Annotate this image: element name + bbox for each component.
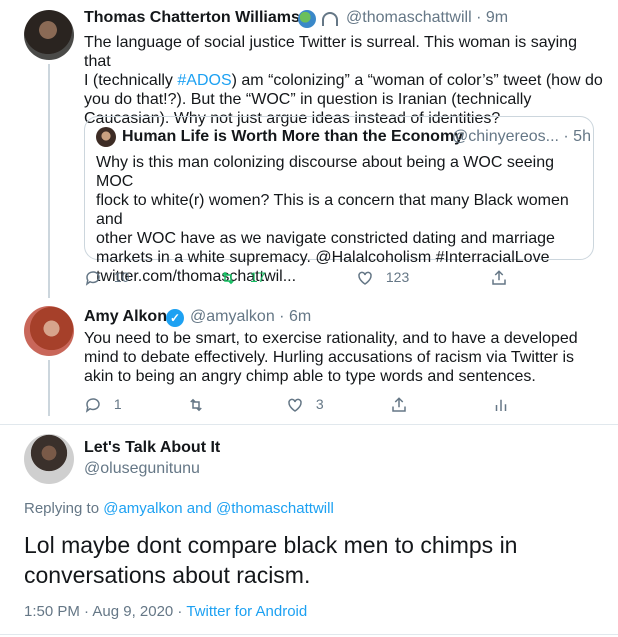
main-tweet-text: Lol maybe dont compare black men to chim… — [24, 530, 594, 590]
timestamp[interactable]: 1:50 PM · Aug 9, 2020 · — [24, 603, 186, 620]
source-link[interactable]: Twitter for Android — [186, 603, 307, 620]
divider — [0, 634, 618, 635]
like-icon — [358, 271, 372, 286]
author-name[interactable]: Thomas Chatterton Williams — [84, 9, 300, 27]
share-icon — [392, 397, 406, 413]
quote-line: other WOC have as we navigate constricte… — [96, 230, 555, 247]
retweet-count: 17 — [249, 269, 266, 285]
share-icon — [492, 270, 506, 286]
thread-line — [48, 64, 50, 298]
author-handle[interactable]: @olusegunitunu — [84, 460, 200, 478]
quote-time: 5h — [573, 128, 591, 145]
headphones-icon — [322, 12, 338, 26]
replying-to: Replying to @amyalkon and @thomaschattwi… — [24, 500, 334, 517]
author-name[interactable]: Amy Alkon — [84, 308, 167, 326]
reply-icon — [85, 398, 100, 414]
tweet-meta: 1:50 PM · Aug 9, 2020 · Twitter for Andr… — [24, 603, 307, 620]
author-handle[interactable]: @amyalkon · 6m — [190, 308, 311, 326]
quote-line: twitter.com/thomaschattwil... — [96, 268, 297, 285]
reply-button[interactable]: 10 — [84, 269, 129, 287]
avatar-main[interactable] — [24, 434, 74, 484]
divider — [0, 424, 618, 425]
tweet-time[interactable]: 9m — [486, 9, 508, 26]
retweet-icon — [190, 398, 202, 412]
tweet-line: you do that!?). But the “WOC” in questio… — [84, 91, 532, 108]
like-count: 3 — [315, 396, 324, 412]
quote-author-name: Human Life is Worth More than the Econom… — [122, 128, 464, 145]
tweet-line-part: I (technically — [84, 72, 178, 89]
main-line: Lol maybe dont compare black men to chim… — [24, 532, 518, 558]
handle-text: @amyalkon — [190, 308, 275, 325]
tweet-line: The language of social justice Twitter i… — [84, 34, 577, 70]
quote-handle-text: @chinyereos... — [452, 128, 559, 145]
tweet-line: I (technically #ADOS) am “colonizing” a … — [84, 71, 604, 90]
retweet-icon — [222, 271, 234, 285]
tweet-line-part: ) am “colonizing” a “woman of color’s” t… — [231, 72, 603, 89]
globe-icon — [298, 10, 316, 28]
share-button[interactable] — [390, 396, 408, 414]
main-line: conversations about racism. — [24, 562, 311, 588]
like-icon — [288, 398, 302, 413]
thread-line — [48, 360, 50, 416]
reply-button[interactable]: 1 — [84, 396, 122, 414]
reply-icon — [85, 271, 100, 287]
analytics-icon — [495, 400, 507, 412]
hashtag-ados[interactable]: #ADOS — [177, 72, 231, 89]
avatar-thomas[interactable] — [24, 10, 74, 60]
share-button[interactable] — [490, 269, 508, 287]
reply-count: 10 — [113, 269, 130, 285]
avatar-amy[interactable] — [24, 306, 74, 356]
replying-prefix: Replying to — [24, 500, 104, 517]
author-handle[interactable]: @thomaschattwill · 9m — [346, 9, 508, 27]
verified-icon: ✓ — [166, 309, 184, 327]
handle-text: @thomaschattwill — [346, 9, 472, 26]
tweet-line: You need to be smart, to exercise ration… — [84, 330, 578, 347]
reply-count: 1 — [113, 396, 122, 412]
like-button[interactable]: 123 — [356, 269, 409, 287]
author-name[interactable]: Let's Talk About It — [84, 439, 220, 457]
quote-author-handle: @chinyereos... · 5h — [452, 128, 591, 145]
quote-line: flock to white(r) women? This is a conce… — [96, 192, 569, 228]
quote-line: markets in a white supremacy. @Halalcoho… — [96, 249, 550, 266]
tweet-time[interactable]: 6m — [289, 308, 311, 325]
quote-line: Why is this man colonizing discourse abo… — [96, 154, 554, 190]
tweet-line: mind to debate effectively. Hurling accu… — [84, 349, 574, 366]
tweet-text: The language of social justice Twitter i… — [84, 33, 604, 128]
tweet-line: akin to being an angry chimp able to typ… — [84, 368, 536, 385]
avatar-quote — [96, 127, 116, 147]
analytics-button[interactable] — [492, 396, 510, 414]
like-button[interactable]: 3 — [286, 396, 324, 414]
quote-text: Why is this man colonizing discourse abo… — [96, 153, 591, 286]
retweet-button[interactable]: 17 — [218, 269, 265, 287]
like-count: 123 — [385, 269, 410, 285]
replying-to-users[interactable]: @amyalkon and @thomaschattwill — [103, 500, 334, 517]
tweet-text: You need to be smart, to exercise ration… — [84, 329, 604, 386]
retweet-button[interactable] — [186, 396, 206, 414]
